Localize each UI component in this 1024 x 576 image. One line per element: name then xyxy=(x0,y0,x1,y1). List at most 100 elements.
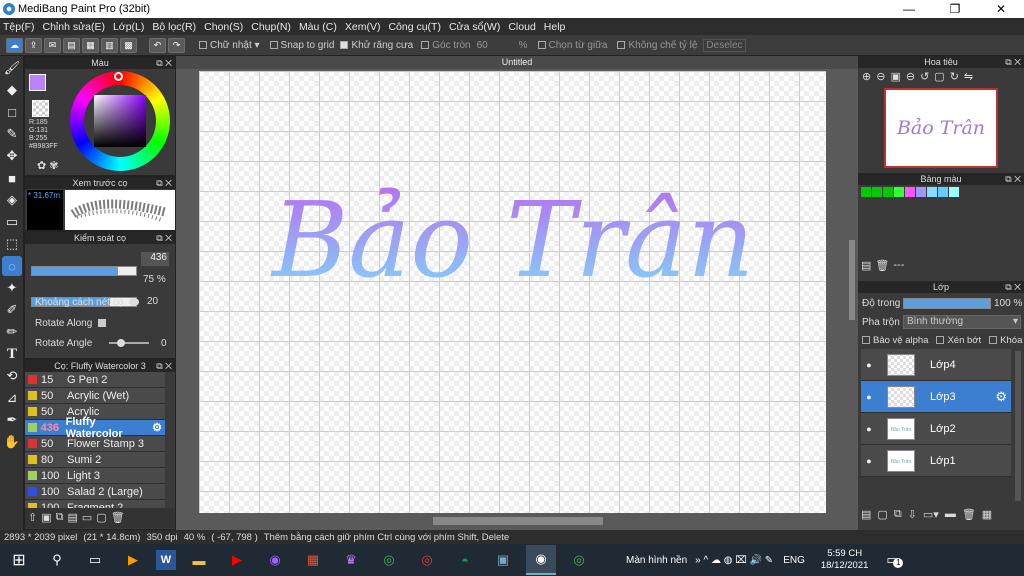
palette-swatch[interactable] xyxy=(905,187,915,197)
move-tool-icon[interactable]: ✥ xyxy=(2,146,22,166)
operation-tool-icon[interactable]: ⟲ xyxy=(2,366,22,386)
photos-icon[interactable]: ▣ xyxy=(488,545,518,575)
actual-size-icon[interactable]: ▢ xyxy=(934,70,944,84)
brush-tool-icon[interactable]: 🖌 xyxy=(2,58,22,78)
rotate-angle-slider[interactable] xyxy=(109,339,149,347)
hue-handle[interactable] xyxy=(114,72,123,81)
navigator-preview[interactable]: Bảo Trân xyxy=(884,88,998,168)
palette-swatch[interactable] xyxy=(861,187,871,197)
undo-icon[interactable]: ↶ xyxy=(149,37,166,53)
layer-more-icon[interactable]: ▭▾ xyxy=(923,508,939,521)
menu-help[interactable]: Help xyxy=(544,21,566,33)
rotate-left-icon[interactable]: ↺ xyxy=(920,70,929,84)
layer-row[interactable]: ● Lớp4 xyxy=(861,349,1011,381)
round-corner-checkbox[interactable]: Góc tròn xyxy=(421,40,471,51)
video-app-icon[interactable]: ▶ xyxy=(118,545,148,575)
layer-scrollbar[interactable] xyxy=(1015,351,1021,501)
layout-icon[interactable]: ▥ xyxy=(101,37,118,53)
windows-start-icon[interactable]: ⊞ xyxy=(4,545,34,575)
snap-to-grid-checkbox[interactable]: Snap to grid xyxy=(269,40,334,51)
brush-folder-icon[interactable]: ▭ xyxy=(82,511,92,525)
layer-opacity-slider[interactable] xyxy=(903,298,991,309)
clipping-checkbox[interactable]: Xén bớt xyxy=(936,335,981,346)
canvas-horizontal-scrollbar[interactable] xyxy=(433,517,603,525)
fit-icon[interactable]: ▣ xyxy=(890,70,900,84)
minimize-button[interactable]: — xyxy=(886,0,932,18)
note-icon[interactable]: ▤ xyxy=(63,37,80,53)
office-icon[interactable]: ▦ xyxy=(298,545,328,575)
palette-swatch[interactable] xyxy=(949,187,959,197)
divide-tool-icon[interactable]: ⊿ xyxy=(2,388,22,408)
layer-row[interactable]: ● Bảo Trân Lớp2 xyxy=(861,413,1011,445)
merge-down-icon[interactable]: ⇩ xyxy=(908,508,917,521)
menu-file[interactable]: Tệp(F) xyxy=(3,21,35,33)
canvas-vertical-scrollbar[interactable] xyxy=(849,240,855,320)
redo-icon[interactable]: ↷ xyxy=(168,37,185,53)
zoom-out-icon[interactable]: ⊖ xyxy=(876,70,885,84)
messenger-icon[interactable]: ◉ xyxy=(260,545,290,575)
youtube-icon[interactable]: ▶ xyxy=(222,545,252,575)
layer-delete-icon[interactable]: 🗑 xyxy=(962,508,976,521)
new-layer-icon[interactable]: ▤ xyxy=(861,508,871,521)
brush-delete-icon[interactable]: 🗑 xyxy=(111,511,125,525)
menu-edit[interactable]: Chỉnh sửa(E) xyxy=(43,21,105,33)
palette-icon[interactable]: ✿ ✾ xyxy=(37,159,59,172)
gradient-tool-icon[interactable]: ▭ xyxy=(2,212,22,232)
duplicate-layer-icon[interactable]: ⧉ xyxy=(894,508,902,521)
bucket-tool-icon[interactable]: ◈ xyxy=(2,190,22,210)
palette-swatch[interactable] xyxy=(894,187,904,197)
palette-swatch[interactable] xyxy=(938,187,948,197)
pen-tool-icon[interactable]: ✎ xyxy=(2,124,22,144)
new-folder-icon[interactable]: ▢ xyxy=(877,508,887,521)
protect-alpha-checkbox[interactable]: Bảo vệ alpha xyxy=(862,335,928,346)
layer-visibility-icon[interactable]: ● xyxy=(861,456,877,466)
brush-export-icon[interactable]: ▢ xyxy=(96,511,106,525)
brush-item[interactable]: 50 Flower Stamp 3 xyxy=(25,436,165,452)
brush-item[interactable]: 100 Salad 2 (Large) xyxy=(25,484,165,500)
maximize-button[interactable]: ❐ xyxy=(932,0,978,18)
menu-select[interactable]: Chọn(S) xyxy=(204,21,243,33)
share-icon[interactable]: ⇪ xyxy=(25,37,42,53)
select-pen-icon[interactable]: ✐ xyxy=(2,300,22,320)
layer-folder-icon[interactable]: ▬ xyxy=(945,508,956,521)
page-icon[interactable]: ▦ xyxy=(82,37,99,53)
layer-row[interactable]: ● Lớp3 ⚙ xyxy=(861,381,1011,413)
layer-row[interactable]: ● Bảo Trân Lớp1 xyxy=(861,445,1011,477)
flip-icon[interactable]: ⇋ xyxy=(964,70,973,84)
round-corner-value[interactable]: 60 xyxy=(477,40,517,51)
menu-tools[interactable]: Công cụ(T) xyxy=(388,21,441,33)
zoom-in-icon[interactable]: ⊕ xyxy=(862,70,871,84)
menu-layer[interactable]: Lớp(L) xyxy=(113,21,144,33)
palette-delete-icon[interactable]: 🗑 xyxy=(875,259,889,272)
foreground-color-swatch[interactable] xyxy=(29,74,46,91)
lock-checkbox[interactable]: Khóa xyxy=(989,335,1022,346)
chrome-profile-icon[interactable]: ◎ xyxy=(412,545,442,575)
document-tab[interactable]: Untitled xyxy=(176,56,858,69)
brush-item[interactable]: 15 G Pen 2 xyxy=(25,372,165,388)
tray-expand-icon[interactable]: » ^ ☁ ◍ ⌧ 🔊 ✎ xyxy=(695,555,773,566)
search-icon[interactable]: ⚲ xyxy=(42,545,72,575)
select-tool-icon[interactable]: ⬚ xyxy=(2,234,22,254)
brush-size-value[interactable]: 436 xyxy=(141,252,169,266)
layer-visibility-icon[interactable]: ● xyxy=(861,360,877,370)
palette-swatch[interactable] xyxy=(883,187,893,197)
game-icon[interactable]: ♛ xyxy=(336,545,366,575)
clock[interactable]: 5:59 CH 18/12/2021 xyxy=(821,548,869,572)
saturation-value-square[interactable] xyxy=(94,95,146,147)
palette-mode[interactable]: --- xyxy=(893,259,904,272)
notification-icon[interactable]: ▭ 1 xyxy=(886,552,904,568)
menu-cloud[interactable]: Cloud xyxy=(508,21,535,33)
sheets-icon[interactable]: ◓ xyxy=(450,545,480,575)
palette-swatch[interactable] xyxy=(927,187,937,197)
language-indicator[interactable]: ENG xyxy=(783,555,805,566)
menu-filter[interactable]: Bộ lọc(R) xyxy=(152,21,196,33)
antialias-checkbox[interactable]: Khử răng cưa xyxy=(340,40,413,51)
spacing-slider[interactable] xyxy=(129,298,139,306)
brush-copy-icon[interactable]: ⧉ xyxy=(56,511,64,525)
eraser-tool-icon[interactable]: ◆ xyxy=(2,80,22,100)
brush-cloud-icon[interactable]: ⇧ xyxy=(28,511,37,525)
brush-item[interactable]: 436 Fluffy Watercolor ⚙ xyxy=(25,416,165,440)
hand-tool-icon[interactable]: ✋ xyxy=(2,432,22,452)
select-eraser-icon[interactable]: ✏ xyxy=(2,322,22,342)
lasso-tool-icon[interactable]: ◌ xyxy=(2,256,22,276)
